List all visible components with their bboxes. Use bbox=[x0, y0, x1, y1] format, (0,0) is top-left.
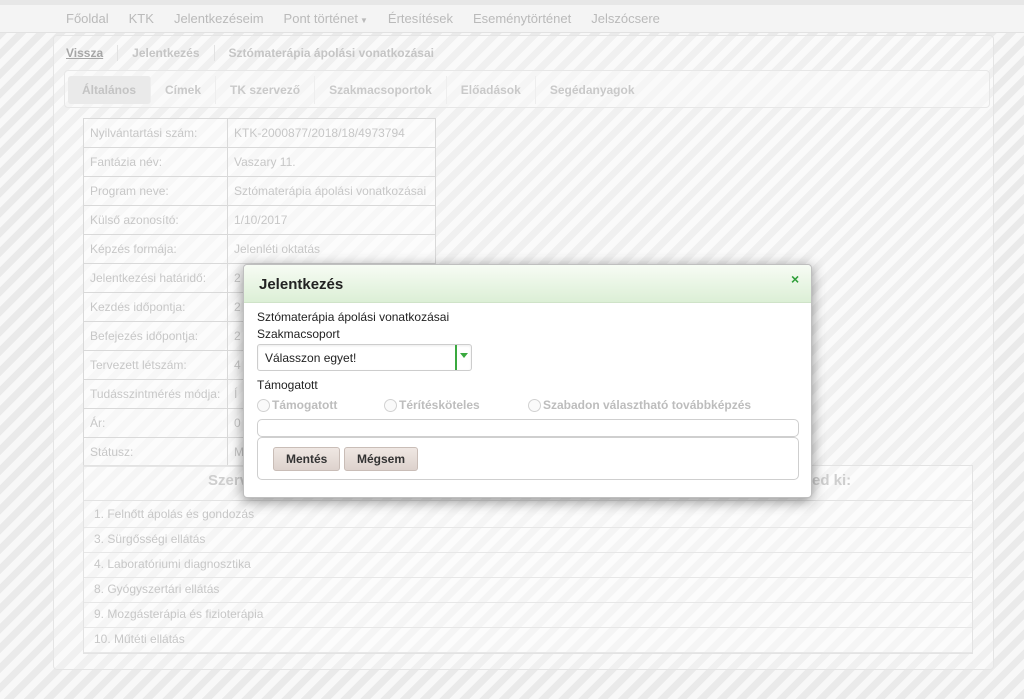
tamogatott-label: Támogatott bbox=[257, 378, 318, 392]
dialog-program-name: Sztómaterápia ápolási vonatkozásai bbox=[257, 310, 450, 324]
radio-label: Támogatott bbox=[272, 398, 338, 412]
dialog-header: Jelentkezés × bbox=[244, 265, 811, 303]
dialog-text-field[interactable] bbox=[257, 419, 799, 437]
radio-circle-icon[interactable] bbox=[257, 398, 270, 412]
szakmacsoport-select[interactable]: Válasszon egyet! bbox=[257, 344, 472, 371]
select-dropdown-button[interactable] bbox=[455, 345, 471, 370]
radio-teritesköteles[interactable]: Térítésköteles bbox=[384, 398, 480, 412]
dialog-title: Jelentkezés bbox=[259, 276, 344, 293]
jelentkezes-dialog: Jelentkezés × Sztómaterápia ápolási vona… bbox=[243, 264, 812, 498]
radio-szabadon-valaszthato[interactable]: Szabadon választható továbbképzés bbox=[528, 398, 751, 412]
dialog-button-area: Mentés Mégsem bbox=[257, 437, 799, 480]
chevron-down-icon bbox=[460, 353, 468, 358]
szakmacsoport-label: Szakmacsoport bbox=[257, 327, 340, 341]
save-button[interactable]: Mentés bbox=[273, 447, 341, 471]
radio-tamogatott[interactable]: Támogatott bbox=[257, 398, 337, 412]
radio-label: Térítésköteles bbox=[399, 398, 480, 412]
close-icon[interactable]: × bbox=[791, 271, 799, 287]
radio-circle-icon[interactable] bbox=[528, 398, 541, 412]
radio-circle-icon[interactable] bbox=[384, 398, 397, 412]
cancel-button[interactable]: Mégsem bbox=[344, 447, 419, 471]
select-value: Válasszon egyet! bbox=[265, 351, 357, 365]
radio-label: Szabadon választható továbbképzés bbox=[543, 398, 752, 412]
